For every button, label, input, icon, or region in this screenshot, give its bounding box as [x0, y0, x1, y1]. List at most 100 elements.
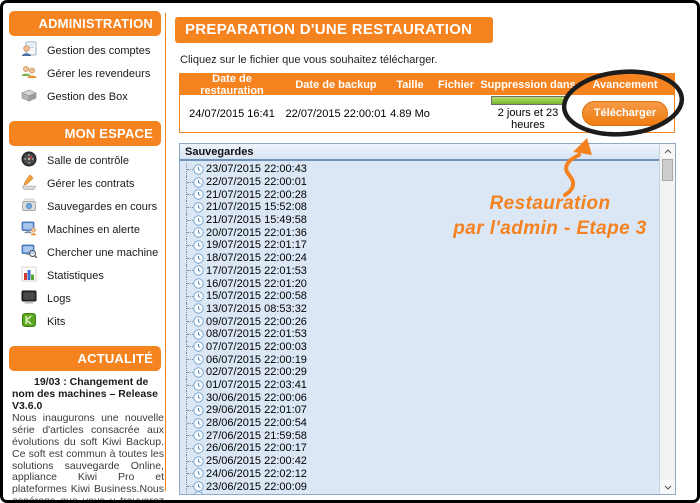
clock-icon	[193, 443, 204, 454]
clock-icon	[193, 380, 204, 391]
backup-item[interactable]: 09/07/2015 22:00:26	[180, 315, 658, 328]
sidebar-item-logs[interactable]: Logs	[20, 290, 164, 308]
clock-icon	[193, 177, 204, 188]
sidebar-item-label: Logs	[47, 293, 71, 305]
progress-bar	[491, 96, 565, 105]
backup-item[interactable]: 29/06/2015 22:01:07	[180, 404, 658, 417]
clock-icon	[193, 392, 204, 403]
telecharger-button[interactable]: Télécharger	[582, 101, 668, 126]
date-restauration-value: 24/07/2015 16:41	[180, 108, 284, 120]
clock-icon	[193, 202, 204, 213]
sidebar-item-gerer-contrats[interactable]: Gérer les contrats	[20, 175, 164, 193]
contract-pen-icon	[20, 173, 38, 196]
backup-item[interactable]: 25/06/2015 22:00:42	[180, 455, 658, 468]
backup-item[interactable]: 21/07/2015 22:00:28	[180, 188, 658, 201]
machine-search-icon	[20, 242, 38, 265]
backup-item-partial[interactable]	[180, 490, 658, 495]
clock-icon	[193, 253, 204, 264]
backup-item[interactable]: 02/07/2015 22:00:29	[180, 366, 658, 379]
sidebar-item-label: Chercher une machine	[47, 247, 158, 259]
suppression-cell: 2 jours et 23 heures	[480, 96, 576, 131]
sidebar-section-administration: ADMINISTRATION	[9, 11, 161, 36]
sidebar-section-mon-espace: MON ESPACE	[9, 121, 161, 146]
sidebar-item-gestion-box[interactable]: Gestion des Box	[20, 88, 164, 106]
sidebar-item-label: Gérer les contrats	[47, 178, 134, 190]
sidebar-item-gerer-revendeurs[interactable]: Gérer les revendeurs	[20, 65, 164, 83]
backup-drive-icon	[20, 196, 38, 219]
backup-item[interactable]: 18/07/2015 22:00:24	[180, 252, 658, 265]
clock-icon	[193, 189, 204, 200]
backup-item[interactable]: 23/07/2015 22:00:43	[180, 163, 658, 176]
clock-icon	[193, 405, 204, 416]
backup-item[interactable]: 24/06/2015 22:02:12	[180, 468, 658, 481]
backup-item[interactable]: 28/06/2015 22:00:54	[180, 417, 658, 430]
clock-icon	[193, 354, 204, 365]
backup-item[interactable]: 26/06/2015 22:00:17	[180, 442, 658, 455]
scroll-up-button[interactable]	[660, 144, 675, 158]
backup-item[interactable]: 21/07/2015 15:49:58	[180, 214, 658, 227]
clock-icon	[193, 430, 204, 441]
sidebar-item-label: Gérer les revendeurs	[47, 68, 150, 80]
sidebar-item-label: Gestion des comptes	[47, 45, 150, 57]
news-body: Nous inaugurons une nouvelle série d'art…	[12, 413, 164, 503]
vertical-scrollbar[interactable]	[659, 144, 675, 494]
sidebar-item-gestion-comptes[interactable]: Gestion des comptes	[20, 42, 164, 60]
column-header: Suppression dans	[480, 79, 576, 91]
clock-icon	[193, 215, 204, 226]
avancement-cell: Télécharger	[576, 101, 674, 126]
backup-item[interactable]: 30/06/2015 22:00:06	[180, 391, 658, 404]
column-header: Taille	[388, 79, 432, 91]
backup-item[interactable]: 06/07/2015 22:00:19	[180, 353, 658, 366]
kiwi-backup-admin-page: ADMINISTRATION Gestion des comptes Gérer…	[0, 0, 700, 503]
scroll-down-button[interactable]	[660, 480, 675, 494]
terminal-icon	[20, 288, 38, 311]
sidebar-item-sauvegardes-en-cours[interactable]: Sauvegardes en cours	[20, 198, 164, 216]
backup-item[interactable]: 22/07/2015 22:00:01	[180, 176, 658, 189]
instruction-text: Cliquez sur le fichier que vous souhaite…	[180, 54, 437, 66]
backup-item[interactable]: 16/07/2015 22:01:20	[180, 277, 658, 290]
clock-icon	[193, 341, 204, 352]
clock-icon	[193, 418, 204, 429]
clock-icon	[193, 316, 204, 327]
clock-icon	[193, 456, 204, 467]
backup-item[interactable]: 15/07/2015 22:00:58	[180, 290, 658, 303]
column-header: Avancement	[576, 79, 674, 91]
backup-item[interactable]: 01/07/2015 22:03:41	[180, 379, 658, 392]
backup-item[interactable]: 13/07/2015 08:53:32	[180, 303, 658, 316]
clock-icon	[193, 303, 204, 314]
backups-panel-title: Sauvegardes	[180, 144, 675, 161]
sidebar-item-statistiques[interactable]: Statistiques	[20, 267, 164, 285]
box-icon	[20, 86, 38, 109]
column-header: Date de backup	[284, 79, 388, 91]
sidebar-item-machines-en-alerte[interactable]: Machines en alerte	[20, 221, 164, 239]
sidebar-item-chercher-machine[interactable]: Chercher une machine	[20, 244, 164, 262]
machine-alert-icon	[20, 219, 38, 242]
sidebar-item-label: Statistiques	[47, 270, 104, 282]
sidebar-item-kits[interactable]: Kits	[20, 313, 164, 331]
clock-icon	[193, 468, 204, 479]
news-headline: 19/03 : Changement de nom des machines –…	[12, 377, 164, 412]
sidebar-item-label: Sauvegardes en cours	[47, 201, 157, 213]
sidebar-item-label: Kits	[47, 316, 65, 328]
restore-table-row[interactable]: 24/07/2015 16:41 22/07/2015 22:00:01 4.8…	[180, 95, 674, 132]
backup-item[interactable]: 07/07/2015 22:00:03	[180, 341, 658, 354]
date-backup-value: 22/07/2015 22:00:01	[284, 108, 388, 120]
sidebar-item-salle-controle[interactable]: Salle de contrôle	[20, 152, 164, 170]
user-account-icon	[20, 40, 38, 63]
resellers-icon	[20, 63, 38, 86]
clock-icon	[193, 278, 204, 289]
backup-item[interactable]: 08/07/2015 22:01:53	[180, 328, 658, 341]
scrollbar-thumb[interactable]	[662, 159, 673, 181]
backups-list: 23/07/2015 22:00:43 22/07/2015 22:00:01 …	[180, 163, 658, 494]
clock-icon	[193, 329, 204, 340]
column-header: Date de restauration	[180, 73, 284, 97]
backup-item[interactable]: 19/07/2015 22:01:17	[180, 239, 658, 252]
kits-icon	[20, 311, 38, 334]
clock-icon	[193, 367, 204, 378]
backup-item[interactable]: 20/07/2015 22:01:36	[180, 226, 658, 239]
backup-item[interactable]: 17/07/2015 22:01:53	[180, 265, 658, 278]
clock-icon	[193, 240, 204, 251]
sidebar-section-actualite: ACTUALITÉ	[9, 346, 161, 371]
backup-item[interactable]: 21/07/2015 15:52:08	[180, 201, 658, 214]
backup-item[interactable]: 27/06/2015 21:59:58	[180, 429, 658, 442]
